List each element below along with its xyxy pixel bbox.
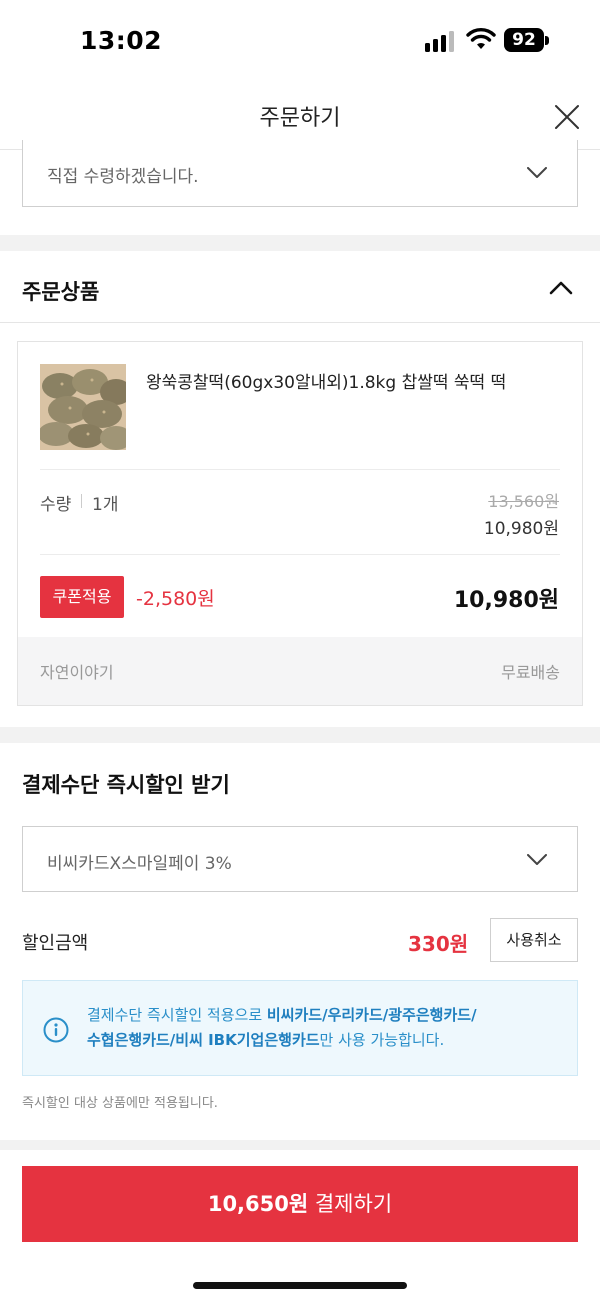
seller-name: 자연이야기 <box>40 663 114 682</box>
divider <box>0 322 600 323</box>
note-text: 즉시할인 대상 상품에만 적용됩니다. <box>22 1096 218 1111</box>
coupon-apply-button[interactable]: 쿠폰적용 <box>40 576 124 618</box>
rice-cake-image <box>40 364 126 450</box>
product-card: 왕쑥콩찰떡(60gx30알내외)1.8kg 찹쌀떡 쑥떡 떡 수량 1개 13,… <box>17 341 583 706</box>
cancel-discount-button[interactable]: 사용취소 <box>490 918 578 962</box>
order-items-title: 주문상품 <box>22 280 100 304</box>
battery-icon: 92 <box>504 28 544 52</box>
divider <box>40 554 560 555</box>
close-icon[interactable] <box>554 104 580 130</box>
chevron-down-icon <box>527 167 547 178</box>
bottom-bar: 10,650원 결제하기 <box>0 1150 600 1300</box>
section-gap <box>0 727 600 743</box>
coupon-discount: -2,580원 <box>136 588 215 610</box>
payment-discount-title: 결제수단 즉시할인 받기 <box>22 773 230 797</box>
wifi-icon <box>466 28 496 49</box>
quantity-label: 수량 <box>40 495 72 515</box>
card-footer: 자연이야기 무료배송 <box>18 637 582 705</box>
pay-amount: 10,650원 <box>207 1192 309 1216</box>
quantity-separator <box>81 494 82 508</box>
chevron-down-icon <box>527 854 547 865</box>
payment-method-select[interactable]: 비씨카드X스마일페이 3% <box>22 826 578 892</box>
product-image[interactable] <box>40 364 126 450</box>
chevron-up-icon[interactable] <box>549 281 573 295</box>
info-icon <box>43 1017 69 1043</box>
divider <box>40 469 560 470</box>
signal-icon <box>425 31 454 52</box>
discount-amount-label: 할인금액 <box>22 933 89 954</box>
status-bar: 13:02 92 <box>0 0 600 84</box>
home-indicator <box>193 1282 407 1289</box>
info-box: 결제수단 즉시할인 적용으로 비씨카드/우리카드/광주은행카드/수협은행카드/비… <box>22 980 578 1076</box>
discount-amount: 330원 <box>408 932 469 956</box>
payment-method-value: 비씨카드X스마일페이 3% <box>47 854 232 874</box>
pay-label: 결제하기 <box>308 1192 393 1216</box>
delivery-select-value: 직접 수령하겠습니다. <box>47 167 199 187</box>
original-price: 13,560원 <box>488 492 559 511</box>
pay-button[interactable]: 10,650원 결제하기 <box>22 1166 578 1242</box>
sale-price: 10,980원 <box>483 519 559 539</box>
status-time: 13:02 <box>80 26 163 55</box>
section-gap <box>0 235 600 251</box>
shipping-label: 무료배송 <box>501 663 560 682</box>
info-suffix: 만 사용 가능합니다. <box>319 1031 445 1049</box>
delivery-select[interactable]: 직접 수령하겠습니다. <box>22 140 578 207</box>
product-name[interactable]: 왕쑥콩찰떡(60gx30알내외)1.8kg 찹쌀떡 쑥떡 떡 <box>146 368 506 393</box>
page-title: 주문하기 <box>259 106 341 131</box>
info-text: 결제수단 즉시할인 적용으로 비씨카드/우리카드/광주은행카드/수협은행카드/비… <box>87 1003 563 1053</box>
info-prefix: 결제수단 즉시할인 적용으로 <box>87 1006 267 1024</box>
quantity-value: 1개 <box>92 495 119 515</box>
final-price: 10,980원 <box>453 588 559 613</box>
battery-tip <box>545 36 549 45</box>
